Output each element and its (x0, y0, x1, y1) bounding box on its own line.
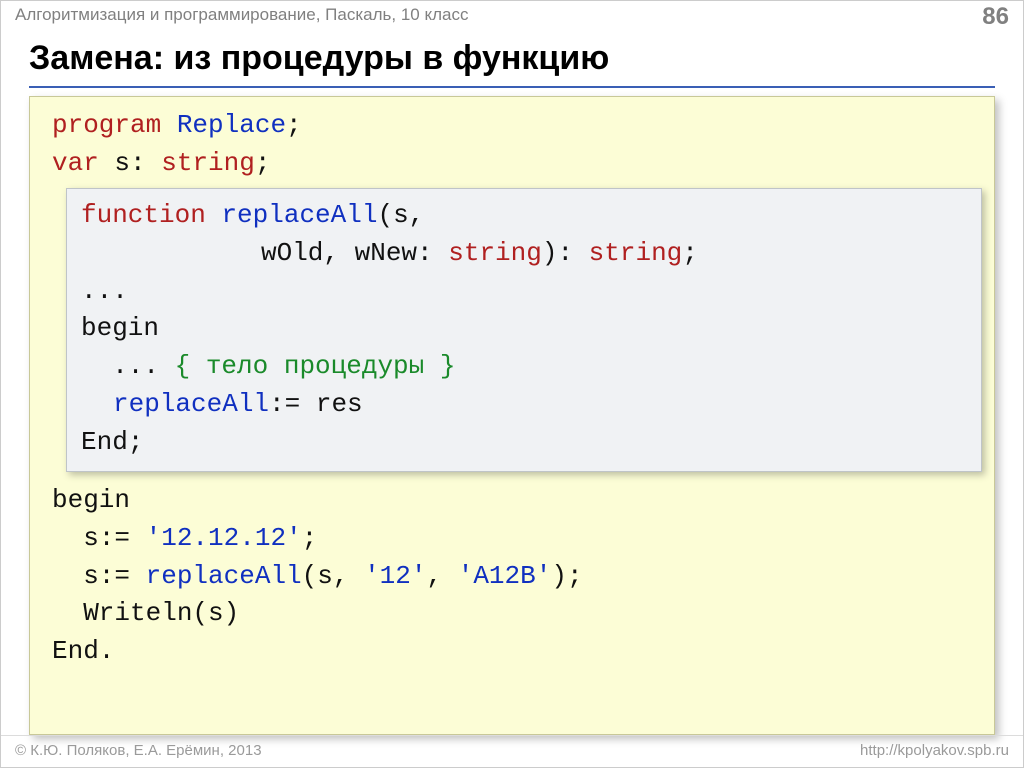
code-line: Writeln(s) (52, 595, 980, 633)
code-line: wOld, wNew: string): string; (81, 235, 967, 273)
kw-string: string (161, 148, 255, 178)
string-literal: '12.12.12' (146, 523, 302, 553)
string-literal: 'A12B' (458, 561, 552, 591)
footer-url: http://kpolyakov.spb.ru (860, 742, 1009, 759)
kw-string: string (589, 238, 683, 268)
title-rule (29, 86, 995, 88)
code-line: ... (81, 273, 967, 311)
comment-body: { тело процедуры } (175, 351, 456, 381)
kw-string: string (448, 238, 542, 268)
breadcrumb: Алгоритмизация и программирование, Паска… (15, 5, 468, 25)
code-line: ... { тело процедуры } (81, 348, 967, 386)
copyright: © К.Ю. Поляков, Е.А. Ерёмин, 2013 (15, 742, 262, 759)
code-block-outer: program Replace; var s: string; function… (29, 96, 995, 735)
code-line: End. (52, 633, 980, 671)
code-block-inner: function replaceAll(s, wOld, wNew: strin… (66, 188, 982, 472)
prog-name: Replace (177, 110, 286, 140)
code-line: begin (52, 482, 980, 520)
kw-var: var (52, 148, 99, 178)
code-line: begin (81, 310, 967, 348)
string-literal: '12' (364, 561, 426, 591)
slide-footer: © К.Ю. Поляков, Е.А. Ерёмин, 2013 http:/… (1, 735, 1023, 767)
slide-header: Алгоритмизация и программирование, Паска… (1, 1, 1023, 33)
fn-name: replaceAll (113, 389, 269, 419)
page-number: 86 (982, 3, 1009, 31)
code-line: s:= replaceAll(s, '12', 'A12B'); (52, 558, 980, 596)
fn-name: replaceAll (221, 200, 377, 230)
kw-function: function (81, 200, 206, 230)
slide-title: Замена: из процедуры в функцию (1, 33, 1023, 86)
code-line: replaceAll:= res (81, 386, 967, 424)
fn-call: replaceAll (146, 561, 302, 591)
code-line: var s: string; (52, 145, 980, 183)
kw-program: program (52, 110, 161, 140)
code-line: function replaceAll(s, (81, 197, 967, 235)
code-line: program Replace; (52, 107, 980, 145)
code-line: s:= '12.12.12'; (52, 520, 980, 558)
code-line: End; (81, 424, 967, 462)
